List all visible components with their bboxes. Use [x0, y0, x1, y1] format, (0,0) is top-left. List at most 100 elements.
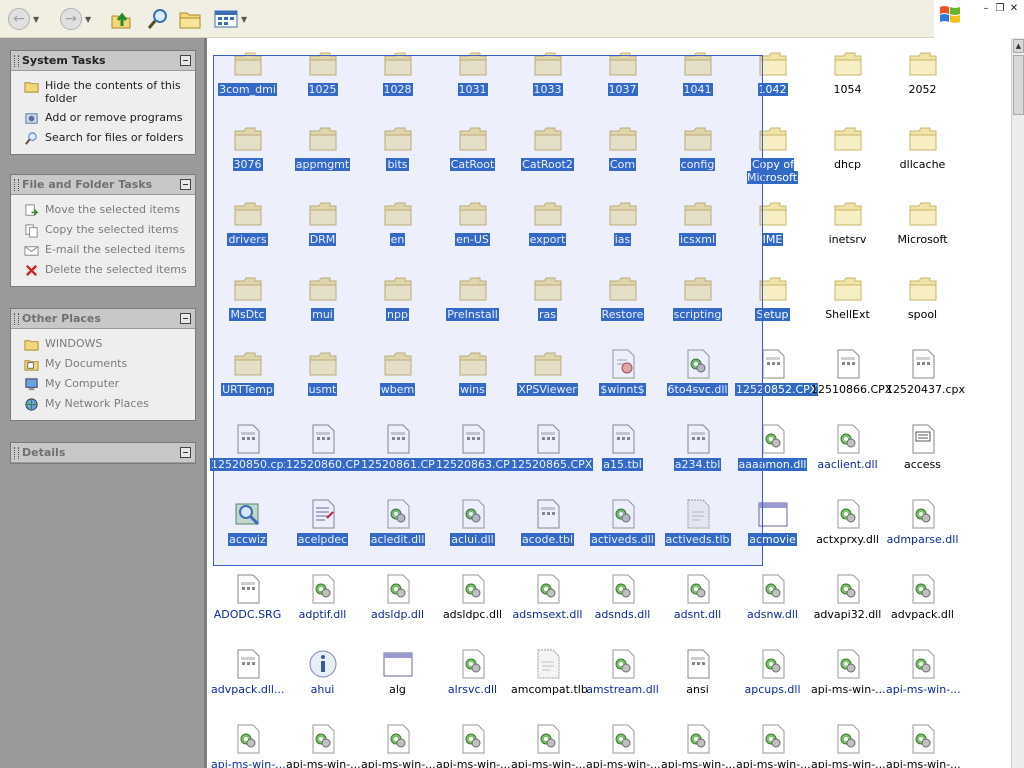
file-item[interactable]: a15.tbl [585, 418, 660, 493]
file-item[interactable]: acelpdec [285, 493, 360, 568]
file-item[interactable]: activeds.dll [585, 493, 660, 568]
file-item[interactable]: Restore [585, 268, 660, 343]
scroll-up-icon[interactable]: ▲ [1013, 39, 1024, 53]
file-item[interactable]: adsldp.dll [360, 568, 435, 643]
file-item[interactable]: URTTemp [210, 343, 285, 418]
file-item[interactable]: aaclient.dll [810, 418, 885, 493]
panel-header[interactable]: System Tasks [11, 51, 195, 71]
file-item[interactable]: mui [285, 268, 360, 343]
file-item[interactable]: api-ms-win-... [510, 718, 586, 768]
folders-button[interactable] [178, 6, 202, 32]
file-item[interactable]: actxprxy.dll [810, 493, 885, 568]
file-item[interactable]: api-ms-win-... [360, 718, 436, 768]
forward-button[interactable]: → ▼ [60, 6, 91, 32]
file-item[interactable]: en [360, 193, 435, 268]
file-item[interactable]: 12520861.CPX [360, 418, 444, 493]
file-item[interactable]: admparse.dll [885, 493, 960, 568]
file-item[interactable]: amcompat.tlb [510, 643, 588, 718]
file-item[interactable]: 1037 [585, 43, 660, 118]
file-item[interactable]: adsnw.dll [735, 568, 810, 643]
file-item[interactable]: 1028 [360, 43, 435, 118]
file-item[interactable]: advapi32.dll [810, 568, 885, 643]
search-button[interactable] [146, 6, 170, 32]
file-item[interactable]: CatRoot2 [510, 118, 585, 193]
panel-header[interactable]: Details [11, 443, 195, 463]
file-item[interactable]: apcups.dll [735, 643, 810, 718]
collapse-icon[interactable] [180, 55, 191, 66]
file-list-view[interactable]: 3com_dmi 1025 1028 1031 1033 1037 1041 1042 1054… [210, 38, 1011, 768]
file-item[interactable]: Setup [735, 268, 810, 343]
file-item[interactable]: usmt [285, 343, 360, 418]
file-item[interactable]: alrsvc.dll [435, 643, 510, 718]
file-item[interactable]: acode.tbl [510, 493, 585, 568]
file-item[interactable]: dllcache [885, 118, 960, 193]
file-item[interactable]: appmgmt [285, 118, 360, 193]
file-item[interactable]: PreInstall [435, 268, 510, 343]
file-item[interactable]: acledit.dll [360, 493, 435, 568]
file-item[interactable]: api-ms-win-... [660, 718, 736, 768]
file-item[interactable]: wins [435, 343, 510, 418]
file-item[interactable]: ShellExt [810, 268, 885, 343]
file-item[interactable]: en-US [435, 193, 510, 268]
file-item[interactable]: ias [585, 193, 660, 268]
back-button[interactable]: ← ▼ [8, 6, 39, 32]
file-item[interactable]: 12520850.cpx [210, 418, 292, 493]
collapse-icon[interactable] [180, 447, 191, 458]
file-item[interactable]: api-ms-win-... [285, 718, 361, 768]
collapse-icon[interactable] [180, 313, 191, 324]
file-item[interactable]: inetsrv [810, 193, 885, 268]
file-item[interactable]: Com [585, 118, 660, 193]
file-item[interactable]: config [660, 118, 735, 193]
place-my-computer[interactable]: My Computer [11, 374, 195, 394]
task-email-selected[interactable]: E-mail the selected items [11, 240, 195, 260]
file-item[interactable]: 2052 [885, 43, 960, 118]
file-item[interactable]: scripting [660, 268, 735, 343]
file-item[interactable]: 12520863.CPX [435, 418, 519, 493]
file-item[interactable]: 1031 [435, 43, 510, 118]
file-item[interactable]: 1025 [285, 43, 360, 118]
task-copy-selected[interactable]: Copy the selected items [11, 220, 195, 240]
file-item[interactable]: npp [360, 268, 435, 343]
file-item[interactable]: activeds.tlb [660, 493, 735, 568]
collapse-icon[interactable] [180, 179, 191, 190]
file-item[interactable]: 1054 [810, 43, 885, 118]
file-item[interactable]: spool [885, 268, 960, 343]
file-item[interactable]: api-ms-win-... [735, 718, 811, 768]
place-my-documents[interactable]: My Documents [11, 354, 195, 374]
task-delete-selected[interactable]: Delete the selected items [11, 260, 195, 280]
file-item[interactable]: MsDtc [210, 268, 285, 343]
file-item[interactable]: aclui.dll [435, 493, 510, 568]
file-item[interactable]: aaaamon.dll [735, 418, 810, 493]
close-icon[interactable]: ✕ [1008, 3, 1020, 15]
file-item[interactable]: 12510866.CPX [810, 343, 892, 418]
file-item[interactable]: drivers [210, 193, 285, 268]
file-item[interactable]: api-ms-win-... [585, 718, 661, 768]
file-item[interactable]: ahui [285, 643, 360, 718]
file-item[interactable]: accwiz [210, 493, 285, 568]
file-item[interactable]: api-ms-win-... [810, 643, 886, 718]
file-item[interactable]: Microsoft [885, 193, 960, 268]
panel-header[interactable]: Other Places [11, 309, 195, 329]
file-item[interactable]: adptif.dll [285, 568, 360, 643]
file-item[interactable]: IME [735, 193, 810, 268]
file-item[interactable]: 12520852.CPX [735, 343, 819, 418]
file-item[interactable]: 6to4svc.dll [660, 343, 735, 418]
file-item[interactable]: advpack.dll [885, 568, 960, 643]
file-item[interactable]: acmovie [735, 493, 810, 568]
file-item[interactable]: amstream.dll [585, 643, 660, 718]
file-item[interactable]: adsnt.dll [660, 568, 735, 643]
file-item[interactable]: advpack.dll... [210, 643, 285, 718]
file-item[interactable]: bits [360, 118, 435, 193]
file-item[interactable]: 1033 [510, 43, 585, 118]
file-item[interactable]: 1041 [660, 43, 735, 118]
file-item[interactable]: 1042 [735, 43, 810, 118]
file-item[interactable]: wbem [360, 343, 435, 418]
file-item[interactable]: adsldpc.dll [435, 568, 510, 643]
file-item[interactable]: alg [360, 643, 435, 718]
file-item[interactable]: dhcp [810, 118, 885, 193]
panel-header[interactable]: File and Folder Tasks [11, 175, 195, 195]
file-item[interactable]: 12520437.cpx [885, 343, 965, 418]
file-item[interactable]: adsnds.dll [585, 568, 660, 643]
file-item[interactable]: api-ms-win-... [435, 718, 511, 768]
place-my-network-places[interactable]: My Network Places [11, 394, 195, 414]
